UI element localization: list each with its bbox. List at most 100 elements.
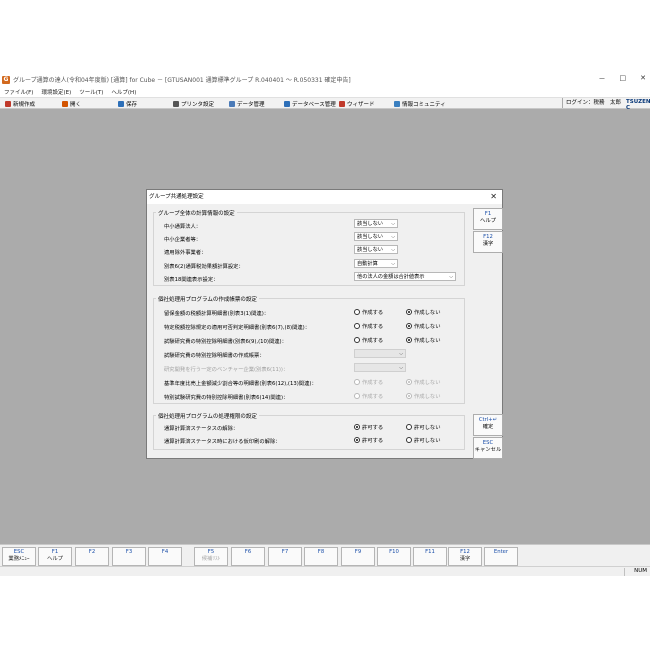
fkey-f1[interactable]: F1 ヘルプ bbox=[38, 547, 72, 566]
row-label: 別表18関連表示設定： bbox=[164, 277, 219, 283]
sme-select[interactable]: 該当しない ⌵ bbox=[354, 232, 398, 241]
chevron-down-icon: ⌵ bbox=[399, 351, 403, 357]
radio-off-icon bbox=[406, 437, 412, 443]
wizard-button[interactable]: ウィザード bbox=[339, 99, 375, 108]
row-label: 試験研究費の特別控除明細書の作成帳票： bbox=[164, 353, 265, 359]
radio-allow[interactable]: 許可する bbox=[354, 423, 383, 431]
row-label: 適用除外事業者： bbox=[164, 250, 207, 256]
group-permissions: 個社処理用プログラムの処理権限の設定 通算計算済ステータスの解除： 許可する 許… bbox=[153, 412, 465, 450]
table18-display-select[interactable]: 他の法人の金額は合計値表示 ⌵ bbox=[354, 272, 456, 281]
menu-file[interactable]: ファイル(F) bbox=[0, 88, 37, 96]
radio-allow[interactable]: 許可する bbox=[354, 436, 383, 444]
radio-create[interactable]: 作成する bbox=[354, 392, 383, 400]
fkey-f11[interactable]: F11 bbox=[413, 547, 447, 566]
fkey-esc[interactable]: ESC 業務ﾒﾆｭｰ bbox=[2, 547, 36, 566]
community-icon bbox=[394, 100, 400, 107]
radio-no-create[interactable]: 作成しない bbox=[406, 378, 441, 386]
fkey-f12[interactable]: F12 漢字 bbox=[448, 547, 482, 566]
database-icon bbox=[284, 100, 290, 107]
radio-off-icon bbox=[354, 393, 360, 399]
chevron-down-icon: ⌵ bbox=[391, 221, 395, 227]
radio-off-icon bbox=[354, 337, 360, 343]
fkey-f5[interactable]: F5 候補ﾘｽﾄ bbox=[194, 547, 228, 566]
fkey-f10[interactable]: F10 bbox=[377, 547, 411, 566]
fkey-enter[interactable]: Enter bbox=[484, 547, 518, 566]
radio-on-icon bbox=[406, 337, 412, 343]
menu-settings[interactable]: 環境設定(E) bbox=[37, 88, 75, 96]
row-label: 中小通算法人： bbox=[164, 224, 202, 230]
folder-icon bbox=[62, 100, 68, 107]
new-button[interactable]: 新規作成 bbox=[5, 99, 35, 108]
dialog-close-icon[interactable]: ✕ bbox=[490, 192, 497, 201]
radio-deny[interactable]: 許可しない bbox=[406, 423, 441, 431]
radio-off-icon bbox=[406, 424, 412, 430]
chevron-down-icon: ⌵ bbox=[391, 247, 395, 253]
research-form-select[interactable]: ⌵ bbox=[354, 349, 406, 358]
numlock-indicator: NUM bbox=[634, 568, 647, 574]
radio-on-icon bbox=[406, 379, 412, 385]
row-label: 通算計算済ステータス時における仮印刷の解除： bbox=[164, 439, 281, 445]
info-community-button[interactable]: 情報コミュニティ bbox=[394, 99, 446, 108]
radio-no-create[interactable]: 作成しない bbox=[406, 392, 441, 400]
fkey-f7[interactable]: F7 bbox=[268, 547, 302, 566]
row-label: 基準年度比売上金額減少割合等の明細書(別表6(12),(13)関連)： bbox=[164, 381, 317, 387]
row-label: 特別試験研究費の特別控除明細書(別表6(14)関連)： bbox=[164, 395, 289, 401]
radio-deny[interactable]: 許可しない bbox=[406, 436, 441, 444]
fkey-f4[interactable]: F4 bbox=[148, 547, 182, 566]
radio-create[interactable]: 作成する bbox=[354, 308, 383, 316]
close-window-button[interactable]: ✕ bbox=[640, 74, 646, 84]
save-icon bbox=[118, 100, 124, 107]
venture-select[interactable]: ⌵ bbox=[354, 363, 406, 372]
kanji-button[interactable]: F12 漢字 bbox=[473, 231, 503, 253]
data-management-button[interactable]: データ管理 bbox=[229, 99, 265, 108]
menu-help[interactable]: ヘルプ(H) bbox=[107, 88, 140, 96]
login-status: ログイン：税務 太郎 bbox=[562, 98, 621, 108]
radio-on-icon bbox=[406, 393, 412, 399]
radio-on-icon bbox=[354, 424, 360, 430]
status-bar: NUM bbox=[0, 566, 650, 576]
radio-no-create[interactable]: 作成しない bbox=[406, 308, 441, 316]
fkey-f6[interactable]: F6 bbox=[231, 547, 265, 566]
menu-tools[interactable]: ツール(T) bbox=[75, 88, 107, 96]
open-button[interactable]: 開く bbox=[62, 99, 81, 108]
radio-create[interactable]: 作成する bbox=[354, 378, 383, 386]
group-forms: 個社処理用プログラムの作成帳票の設定 留保金額の税額計算明細書(別表3(1)関連… bbox=[153, 295, 465, 404]
maximize-button[interactable]: □ bbox=[620, 74, 627, 84]
confirm-button[interactable]: Ctrl+↵ 確定 bbox=[473, 414, 503, 436]
minimize-button[interactable]: － bbox=[599, 74, 606, 84]
title-bar: G グループ通算の達人(令和04年度版) [通算] for Cube － [GT… bbox=[0, 72, 650, 87]
radio-create[interactable]: 作成する bbox=[354, 322, 383, 330]
group-title: 個社処理用プログラムの処理権限の設定 bbox=[156, 412, 259, 420]
radio-on-icon bbox=[354, 437, 360, 443]
wizard-icon bbox=[339, 100, 345, 107]
menu-bar: ファイル(F) 環境設定(E) ツール(T) ヘルプ(H) bbox=[0, 87, 650, 97]
database-management-button[interactable]: データベース管理 bbox=[284, 99, 336, 108]
new-file-icon bbox=[5, 100, 11, 107]
small-corp-select[interactable]: 該当しない ⌵ bbox=[354, 219, 398, 228]
radio-on-icon bbox=[406, 309, 412, 315]
radio-off-icon bbox=[354, 323, 360, 329]
radio-no-create[interactable]: 作成しない bbox=[406, 322, 441, 330]
row-label: 留保金額の税額計算明細書(別表3(1)関連)： bbox=[164, 311, 270, 317]
fkey-f3[interactable]: F3 bbox=[112, 547, 146, 566]
cancel-button[interactable]: ESC キャンセル bbox=[473, 437, 503, 459]
fkey-f2[interactable]: F2 bbox=[75, 547, 109, 566]
data-icon bbox=[229, 100, 235, 107]
group-title: 個社処理用プログラムの作成帳票の設定 bbox=[156, 295, 259, 303]
function-key-bar: ESC 業務ﾒﾆｭｰ F1 ヘルプ F2 F3 F4 F5 候補ﾘｽﾄ F6 F7 F… bbox=[0, 544, 650, 566]
app-icon: G bbox=[2, 75, 10, 84]
group-title: グループ全体の計算情報の設定 bbox=[156, 209, 237, 217]
row-label: 試験研究費の特別控除明細書(別表6(9),(10)関連)： bbox=[164, 339, 287, 345]
excluded-business-select[interactable]: 該当しない ⌵ bbox=[354, 245, 398, 254]
fkey-f8[interactable]: F8 bbox=[304, 547, 338, 566]
fkey-f9[interactable]: F9 bbox=[341, 547, 375, 566]
tax-effect-calc-select[interactable]: 自動計算 ⌵ bbox=[354, 259, 398, 268]
radio-no-create[interactable]: 作成しない bbox=[406, 336, 441, 344]
printer-settings-button[interactable]: プリンタ設定 bbox=[173, 99, 214, 108]
save-button[interactable]: 保存 bbox=[118, 99, 137, 108]
help-button[interactable]: F1 ヘルプ bbox=[473, 208, 503, 230]
chevron-down-icon: ⌵ bbox=[391, 234, 395, 240]
row-label: 別表6(2)通算税効果額計算設定： bbox=[164, 264, 244, 270]
radio-create[interactable]: 作成する bbox=[354, 336, 383, 344]
chevron-down-icon: ⌵ bbox=[449, 274, 453, 280]
